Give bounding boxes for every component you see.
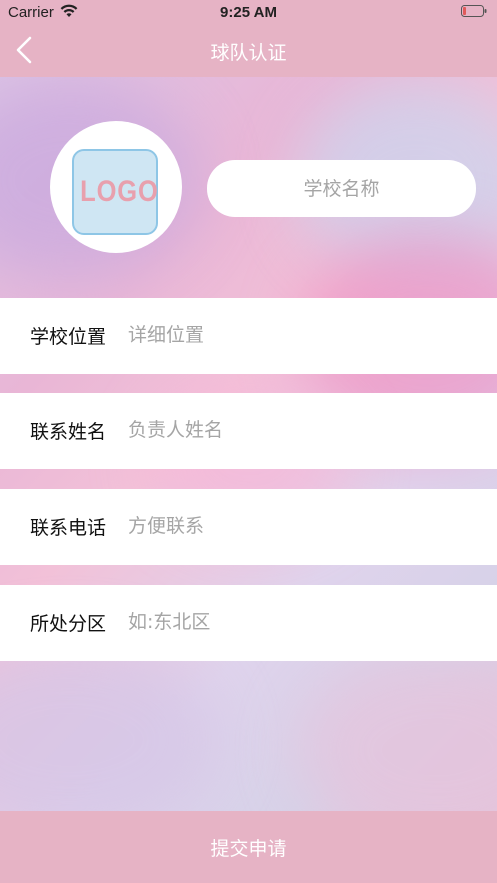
contact-name-label: 联系姓名 xyxy=(30,421,107,443)
screen: Carrier 9:25 AM 球队认证 LOGO 学校位置 xyxy=(0,0,497,883)
form-row-school-location: 学校位置 xyxy=(0,298,497,374)
form-row-contact-name: 联系姓名 xyxy=(0,393,497,469)
logo-placeholder-image: LOGO xyxy=(72,149,158,235)
school-location-label: 学校位置 xyxy=(30,326,107,348)
district-input[interactable] xyxy=(128,601,468,643)
contact-name-input[interactable] xyxy=(128,409,468,451)
contact-phone-input[interactable] xyxy=(128,505,468,547)
battery-icon xyxy=(461,5,487,17)
status-time: 9:25 AM xyxy=(220,4,277,21)
logo-text: LOGO xyxy=(80,175,159,208)
status-bar: Carrier 9:25 AM xyxy=(0,0,497,26)
school-name-input[interactable] xyxy=(207,160,476,217)
school-location-input[interactable] xyxy=(128,314,468,356)
top-bar: Carrier 9:25 AM 球队认证 xyxy=(0,0,497,77)
contact-phone-label: 联系电话 xyxy=(30,517,107,539)
district-label: 所处分区 xyxy=(30,613,107,635)
bg-blob xyxy=(0,640,220,840)
page-title: 球队认证 xyxy=(210,42,287,64)
nav-bar: 球队认证 xyxy=(0,26,497,77)
form-row-district: 所处分区 xyxy=(0,585,497,661)
form-row-contact-phone: 联系电话 xyxy=(0,489,497,565)
submit-application-button[interactable]: 提交申请 xyxy=(0,811,497,883)
logo-upload[interactable]: LOGO xyxy=(50,121,182,253)
